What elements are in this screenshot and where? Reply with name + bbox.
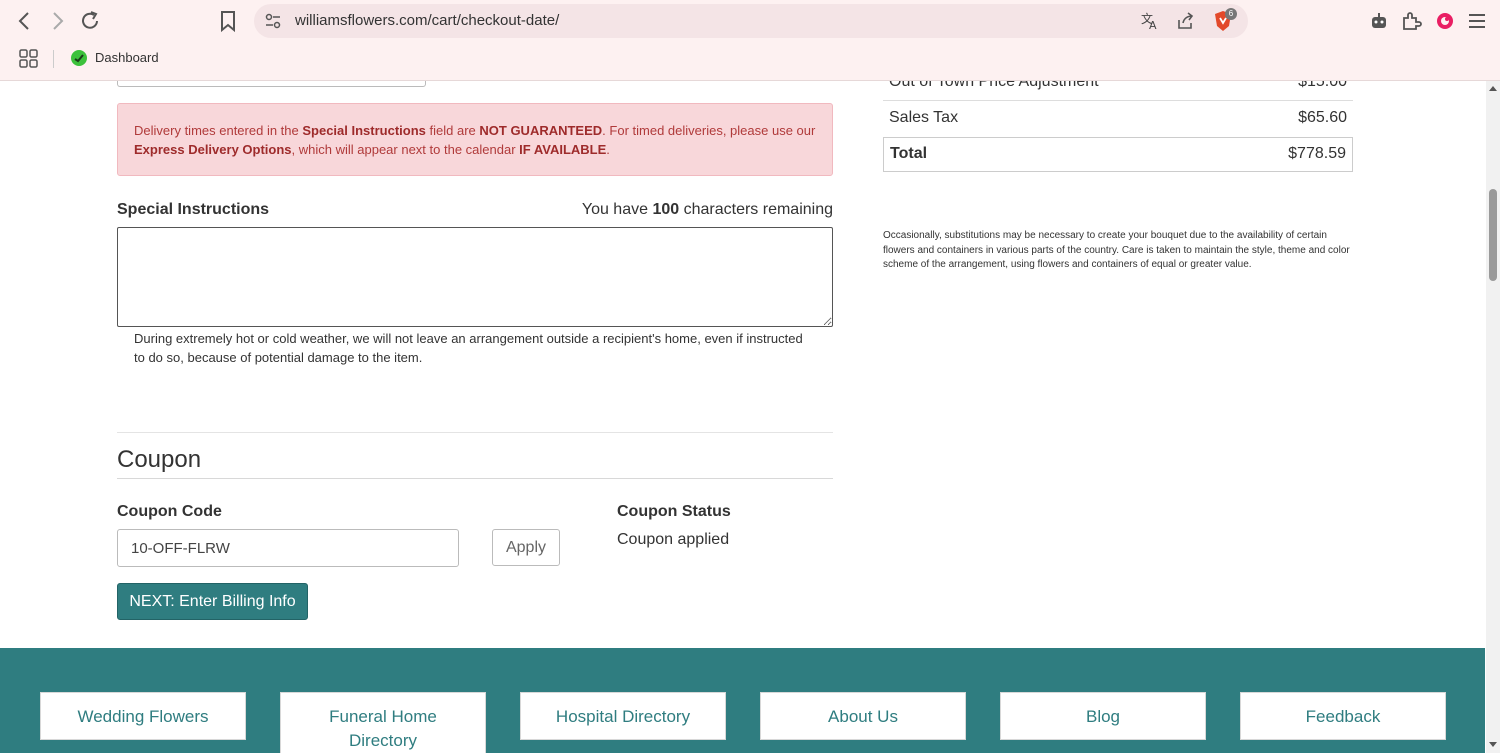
summary-value: $65.60	[1298, 109, 1347, 126]
summary-value: $778.59	[1288, 145, 1346, 162]
bookmarks-bar: Dashboard	[0, 44, 1500, 74]
apps-grid-icon[interactable]	[18, 48, 40, 75]
summary-label: Total	[890, 145, 928, 162]
page-content: Delivery times entered in the Special In…	[0, 81, 1485, 753]
page-scrollbar[interactable]	[1486, 81, 1500, 753]
footer-link-wedding-flowers[interactable]: Wedding Flowers	[40, 692, 246, 740]
alert-bold-text: Express Delivery Options	[134, 142, 292, 157]
leo-ai-icon[interactable]	[1366, 8, 1392, 34]
alert-text: . For timed deliveries, please use our	[602, 123, 816, 138]
translate-icon[interactable]: 文A	[1140, 11, 1160, 36]
footer-link-hospital-directory[interactable]: Hospital Directory	[520, 692, 726, 740]
alert-text: Delivery times entered in the	[134, 123, 303, 138]
address-bar[interactable]: williamsflowers.com/cart/checkout-date/ …	[254, 4, 1248, 38]
scroll-down-arrow-icon[interactable]	[1488, 741, 1498, 749]
dashboard-favicon-icon	[71, 50, 87, 66]
extensions-icon[interactable]	[1398, 8, 1424, 34]
footer-link-about-us[interactable]: About Us	[760, 692, 966, 740]
summary-label: Out of Town Price Adjustment	[889, 81, 1099, 90]
vpn-icon[interactable]	[1432, 8, 1458, 34]
browser-chrome: williamsflowers.com/cart/checkout-date/ …	[0, 0, 1500, 81]
scrollbar-thumb[interactable]	[1489, 189, 1497, 281]
bookmark-icon[interactable]	[215, 8, 241, 34]
alert-text: , which will appear next to the calendar	[291, 142, 520, 157]
site-settings-icon[interactable]	[264, 12, 282, 35]
reload-icon[interactable]	[77, 8, 103, 34]
url-text[interactable]: williamsflowers.com/cart/checkout-date/	[295, 12, 559, 29]
shield-count-badge: 6	[1225, 8, 1237, 20]
summary-row-out-of-town: Out of Town Price Adjustment $15.00	[883, 81, 1353, 101]
alert-text: .	[606, 142, 610, 157]
delivery-warning-alert: Delivery times entered in the Special In…	[117, 103, 833, 176]
alert-text: field are	[425, 123, 480, 138]
summary-value: $15.00	[1298, 81, 1347, 90]
substitution-disclaimer: Occasionally, substitutions may be neces…	[883, 230, 1350, 270]
footer: Wedding Flowers Funeral Home Directory H…	[0, 648, 1485, 753]
alert-bold-text: NOT GUARANTEED	[479, 123, 603, 138]
coupon-code-label: Coupon Code	[117, 503, 222, 520]
dashboard-bookmark[interactable]: Dashboard	[70, 49, 159, 72]
weather-note: During extremely hot or cold weather, we…	[134, 331, 803, 365]
characters-remaining: You have 100 characters remaining	[582, 201, 833, 219]
forward-icon[interactable]	[44, 8, 70, 34]
bookmark-divider	[53, 50, 54, 68]
summary-row-total: Total $778.59	[883, 137, 1353, 172]
coupon-code-input[interactable]: 10-OFF-FLRW	[117, 529, 459, 567]
delivery-date-field[interactable]	[117, 81, 426, 87]
menu-icon[interactable]	[1464, 8, 1490, 34]
alert-bold-text: IF AVAILABLE	[519, 142, 607, 157]
brave-shield-icon[interactable]: 6	[1211, 8, 1237, 38]
coupon-status-value: Coupon applied	[617, 531, 730, 548]
coupon-status-label: Coupon Status	[617, 503, 731, 520]
summary-label: Sales Tax	[889, 109, 959, 126]
footer-link-funeral-home-directory[interactable]: Funeral Home Directory	[280, 692, 486, 753]
dashboard-bookmark-label: Dashboard	[95, 50, 159, 65]
footer-link-feedback[interactable]: Feedback	[1240, 692, 1446, 740]
coupon-title-underline	[117, 478, 833, 479]
apply-coupon-button[interactable]: Apply	[492, 529, 560, 566]
scroll-up-arrow-icon[interactable]	[1488, 84, 1498, 92]
alert-bold-text: Special Instructions	[302, 123, 426, 138]
summary-row-sales-tax: Sales Tax $65.60	[883, 101, 1353, 136]
coupon-section-title: Coupon	[117, 446, 202, 473]
special-instructions-label: Special Instructions	[117, 201, 270, 218]
svg-text:A: A	[1149, 19, 1157, 31]
remaining-suffix: characters remaining	[679, 201, 833, 218]
section-divider	[117, 432, 833, 433]
special-instructions-textarea[interactable]	[117, 227, 833, 327]
next-billing-button[interactable]: NEXT: Enter Billing Info	[117, 583, 308, 620]
remaining-count: 100	[652, 201, 680, 218]
remaining-prefix: You have	[581, 201, 653, 218]
back-icon[interactable]	[12, 8, 38, 34]
footer-link-blog[interactable]: Blog	[1000, 692, 1206, 740]
share-icon[interactable]	[1176, 11, 1196, 36]
